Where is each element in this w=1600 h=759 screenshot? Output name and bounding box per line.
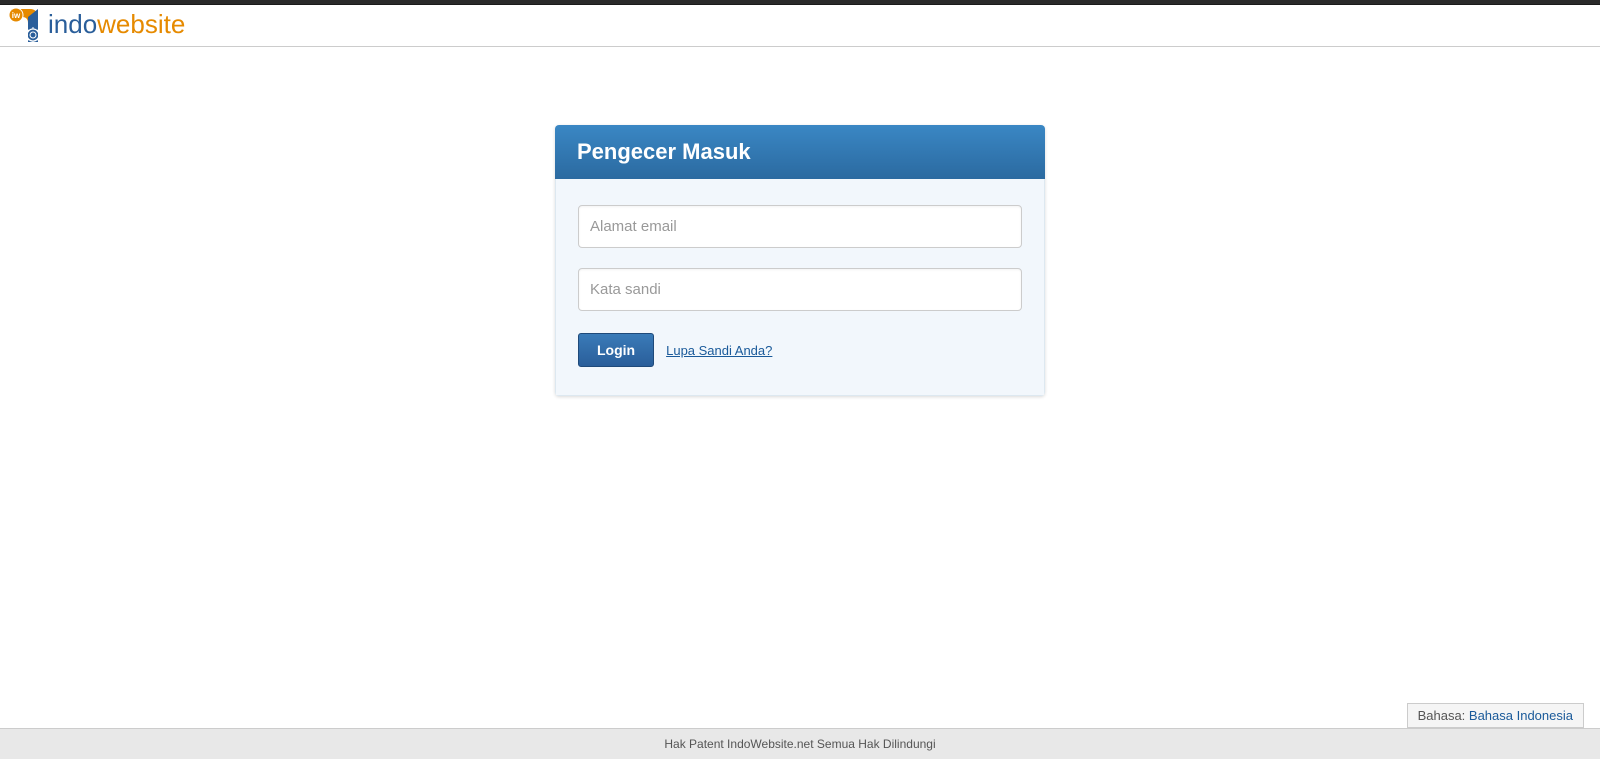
forgot-password-link[interactable]: Lupa Sandi Anda?	[666, 343, 772, 358]
language-label: Bahasa:	[1418, 708, 1469, 723]
logo-text-part1: indo	[48, 9, 97, 39]
logo-text-part2: web	[97, 9, 145, 39]
panel-title: Pengecer Masuk	[555, 125, 1045, 179]
login-button[interactable]: Login	[578, 333, 654, 367]
header: iw indowebsite	[0, 5, 1600, 47]
footer: Bahasa: Bahasa Indonesia Hak Patent Indo…	[0, 703, 1600, 759]
language-selector: Bahasa: Bahasa Indonesia	[1407, 703, 1584, 728]
login-panel: Pengecer Masuk Login Lupa Sandi Anda?	[555, 125, 1045, 396]
svg-text:iw: iw	[12, 11, 21, 20]
logo[interactable]: iw indowebsite	[8, 7, 185, 42]
logo-icon: iw	[8, 7, 46, 42]
language-bar: Bahasa: Bahasa Indonesia	[0, 703, 1600, 728]
panel-body: Login Lupa Sandi Anda?	[555, 179, 1045, 396]
language-link[interactable]: Bahasa Indonesia	[1469, 708, 1573, 723]
login-actions: Login Lupa Sandi Anda?	[578, 333, 1022, 367]
password-field[interactable]	[578, 268, 1022, 311]
content-area: Pengecer Masuk Login Lupa Sandi Anda?	[0, 47, 1600, 396]
copyright-text: Hak Patent IndoWebsite.net Semua Hak Dil…	[0, 728, 1600, 759]
logo-text-part3: site	[145, 9, 185, 39]
logo-text: indowebsite	[48, 9, 185, 40]
email-field[interactable]	[578, 205, 1022, 248]
